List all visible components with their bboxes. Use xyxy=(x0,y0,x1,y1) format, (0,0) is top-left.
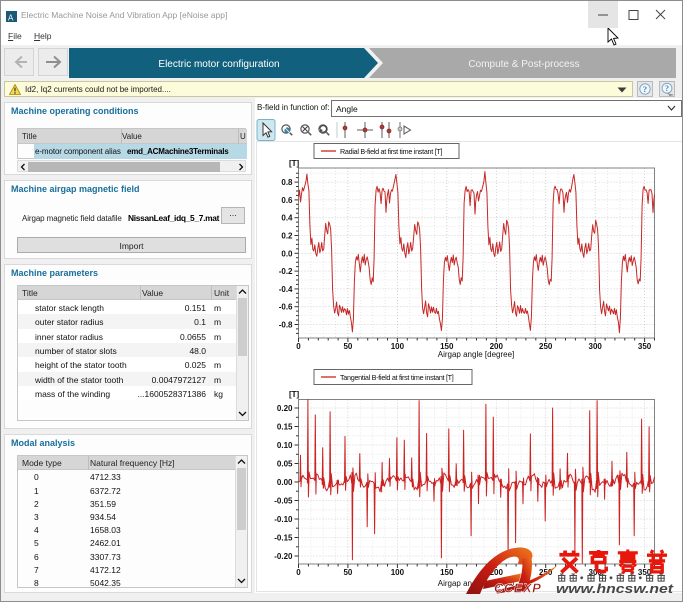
svg-text:0.10: 0.10 xyxy=(277,441,293,450)
svg-text:-0.4: -0.4 xyxy=(279,285,293,294)
svg-text:-0.10: -0.10 xyxy=(274,515,293,524)
svg-text:Radial B-field at first time i: Radial B-field at first time instant [T] xyxy=(340,147,443,156)
svg-text:0.15: 0.15 xyxy=(277,423,293,432)
svg-text:Tangential B-field at first ti: Tangential B-field at first time instant… xyxy=(340,373,454,382)
svg-text:250: 250 xyxy=(539,342,553,351)
svg-text:0.6: 0.6 xyxy=(281,196,293,205)
svg-text:-0.6: -0.6 xyxy=(279,303,293,312)
svg-text:-0.05: -0.05 xyxy=(274,497,293,506)
svg-text:0.4: 0.4 xyxy=(281,214,293,223)
svg-text:0.20: 0.20 xyxy=(277,404,293,413)
svg-text:0.0: 0.0 xyxy=(281,249,293,258)
svg-text:[T]: [T] xyxy=(289,159,300,168)
svg-text:-0.8: -0.8 xyxy=(279,321,293,330)
svg-text:0: 0 xyxy=(296,568,301,577)
svg-text:CCEXP: CCEXP xyxy=(494,581,541,596)
svg-text:Electric motor configuration: Electric motor configuration xyxy=(158,59,279,70)
svg-text:-0.2: -0.2 xyxy=(279,267,293,276)
svg-text:0.05: 0.05 xyxy=(277,460,293,469)
svg-text:50: 50 xyxy=(343,568,352,577)
svg-text:[T]: [T] xyxy=(289,390,300,399)
svg-text:350: 350 xyxy=(638,342,652,351)
svg-text:?: ? xyxy=(643,84,647,94)
svg-text:0: 0 xyxy=(296,342,301,351)
svg-text:www.hncsw.net: www.hncsw.net xyxy=(556,582,674,596)
svg-text:A: A xyxy=(8,14,14,23)
svg-text:0.8: 0.8 xyxy=(281,178,293,187)
svg-text:?: ? xyxy=(665,84,669,93)
svg-text:Compute & Post-process: Compute & Post-process xyxy=(468,59,579,70)
svg-text:100: 100 xyxy=(391,342,405,351)
svg-text:Airgap angle [degree]: Airgap angle [degree] xyxy=(438,350,515,359)
svg-text:50: 50 xyxy=(343,342,352,351)
svg-text:0.2: 0.2 xyxy=(281,232,293,241)
svg-text:-0.15: -0.15 xyxy=(274,534,293,543)
svg-text:300: 300 xyxy=(589,342,603,351)
svg-text:0.00: 0.00 xyxy=(277,478,293,487)
svg-text:100: 100 xyxy=(391,568,405,577)
svg-text:-0.20: -0.20 xyxy=(274,552,293,561)
